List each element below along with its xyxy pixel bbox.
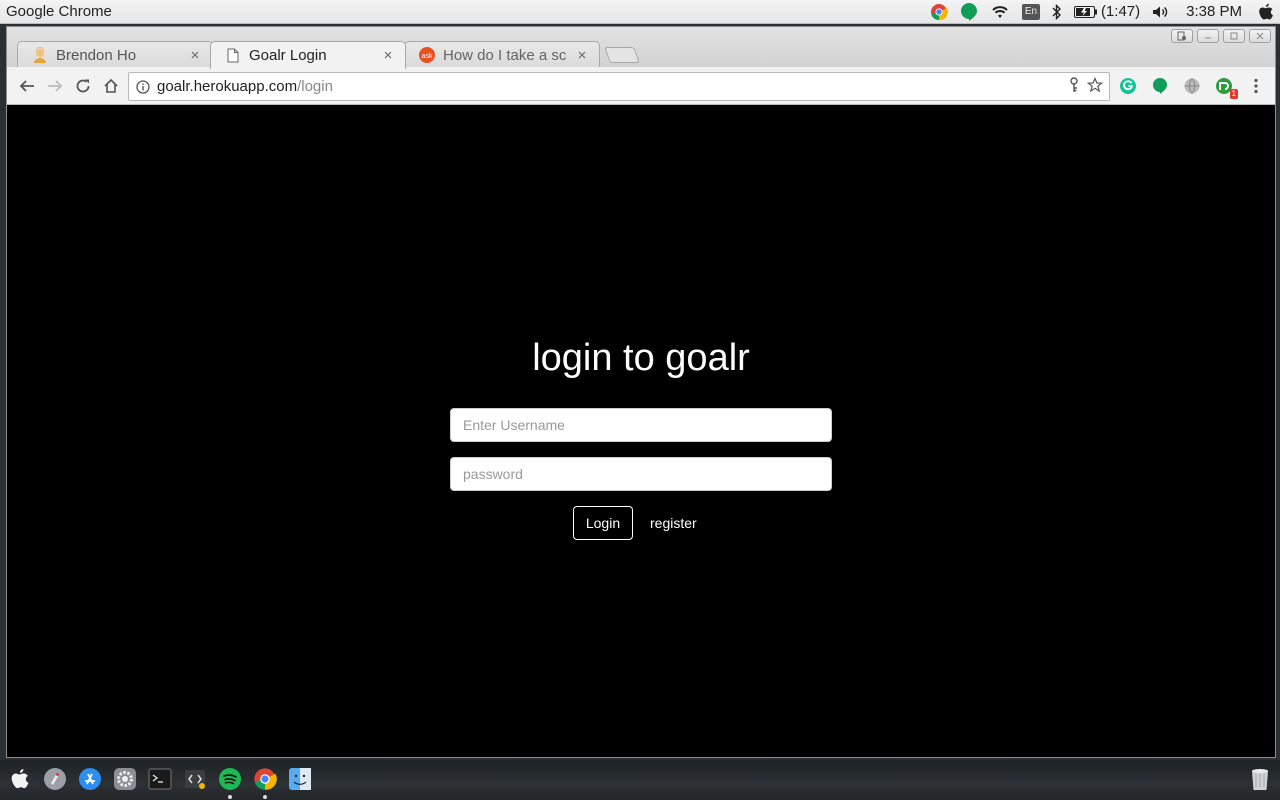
arrow-right-icon bbox=[48, 79, 63, 92]
tab-title: How do I take a sc bbox=[443, 46, 567, 64]
close-window-icon[interactable] bbox=[1249, 29, 1271, 43]
bookmark-star-icon[interactable] bbox=[1086, 76, 1104, 97]
tab-brendon-ho[interactable]: Brendon Ho × bbox=[17, 41, 213, 68]
running-indicator bbox=[228, 795, 232, 799]
chrome-icon[interactable] bbox=[924, 0, 954, 24]
tab-title: Goalr Login bbox=[249, 47, 327, 64]
globe-extension-icon[interactable] bbox=[1181, 75, 1203, 97]
svg-text:ask: ask bbox=[422, 53, 433, 60]
key-icon[interactable] bbox=[1067, 76, 1081, 97]
page-icon bbox=[225, 48, 241, 64]
tab-title: Brendon Ho bbox=[56, 46, 137, 64]
reload-button[interactable] bbox=[69, 72, 97, 100]
register-link[interactable]: register bbox=[650, 515, 697, 531]
battery-icon bbox=[1073, 5, 1097, 18]
grammarly-icon[interactable] bbox=[1117, 75, 1139, 97]
chrome-menu-icon[interactable] bbox=[1245, 75, 1267, 97]
ask-icon: ask bbox=[419, 47, 435, 63]
login-button[interactable]: Login bbox=[573, 506, 633, 540]
menubar-clock[interactable]: 3:38 PM bbox=[1176, 0, 1252, 24]
omnibox-actions bbox=[1067, 76, 1109, 97]
close-icon[interactable]: × bbox=[381, 47, 395, 64]
info-icon[interactable] bbox=[129, 79, 157, 94]
close-icon[interactable]: × bbox=[188, 47, 202, 64]
profile-icon[interactable] bbox=[1171, 29, 1193, 43]
browser-toolbar: goalr.herokuapp.com/login 1 bbox=[7, 67, 1275, 105]
url-path: /login bbox=[297, 78, 333, 95]
maximize-icon[interactable] bbox=[1223, 29, 1245, 43]
forward-button[interactable] bbox=[41, 72, 69, 100]
macos-dock bbox=[0, 760, 1280, 800]
input-language-icon[interactable]: En bbox=[1016, 0, 1046, 24]
extension-badge: 1 bbox=[1229, 89, 1238, 99]
password-input[interactable] bbox=[450, 457, 832, 491]
wifi-icon[interactable] bbox=[984, 0, 1016, 24]
hangouts-extension-icon[interactable] bbox=[1149, 75, 1171, 97]
app-store-icon[interactable] bbox=[77, 766, 103, 792]
macos-menubar: Google Chrome En (1:47) 3:38 PM bbox=[0, 0, 1280, 24]
extensions-bar: 1 bbox=[1117, 72, 1267, 100]
username-input[interactable] bbox=[450, 408, 832, 442]
system-preferences-icon[interactable] bbox=[112, 766, 138, 792]
terminal-icon[interactable] bbox=[147, 766, 173, 792]
page-title: login to goalr bbox=[532, 337, 750, 379]
url-host: goalr.herokuapp.com bbox=[157, 78, 298, 95]
tab-goalr-login[interactable]: Goalr Login × bbox=[210, 41, 406, 69]
volume-icon[interactable] bbox=[1146, 0, 1176, 24]
launchpad-icon[interactable] bbox=[42, 766, 68, 792]
running-indicator bbox=[263, 795, 267, 799]
bluetooth-icon[interactable] bbox=[1046, 0, 1068, 24]
close-icon[interactable]: × bbox=[575, 47, 589, 64]
app-menu-name[interactable]: Google Chrome bbox=[6, 3, 112, 20]
arrow-left-icon bbox=[19, 79, 34, 92]
trash-icon[interactable] bbox=[1247, 766, 1273, 792]
tab-strip: Brendon Ho × Goalr Login × ask How do I … bbox=[7, 27, 1275, 69]
battery-status[interactable]: (1:47) bbox=[1068, 0, 1146, 24]
spotify-icon[interactable] bbox=[217, 766, 243, 799]
page-viewport: login to goalr Login register bbox=[7, 105, 1275, 757]
minimize-icon[interactable] bbox=[1197, 29, 1219, 43]
finder-apple-icon[interactable] bbox=[7, 766, 33, 792]
home-button[interactable] bbox=[97, 72, 125, 100]
apple-icon[interactable] bbox=[1252, 0, 1280, 24]
finder-icon[interactable] bbox=[287, 766, 313, 792]
back-button[interactable] bbox=[13, 72, 41, 100]
reload-icon bbox=[76, 79, 90, 92]
browser-window: Brendon Ho × Goalr Login × ask How do I … bbox=[6, 26, 1276, 758]
new-tab-button[interactable] bbox=[604, 47, 640, 63]
home-icon bbox=[104, 78, 118, 93]
menubar-tray: En (1:47) 3:38 PM bbox=[924, 0, 1280, 24]
chrome-icon[interactable] bbox=[252, 766, 278, 799]
address-bar[interactable]: goalr.herokuapp.com/login bbox=[128, 72, 1110, 101]
hangouts-icon[interactable] bbox=[954, 0, 984, 24]
script-editor-icon[interactable] bbox=[182, 766, 208, 792]
tab-how-do-i-take-a-screenshot[interactable]: ask How do I take a sc × bbox=[404, 41, 600, 68]
window-controls bbox=[1171, 29, 1271, 43]
user-avatar-icon bbox=[32, 47, 48, 63]
battery-time: (1:47) bbox=[1100, 3, 1141, 20]
extension-with-badge-icon[interactable]: 1 bbox=[1213, 75, 1238, 99]
